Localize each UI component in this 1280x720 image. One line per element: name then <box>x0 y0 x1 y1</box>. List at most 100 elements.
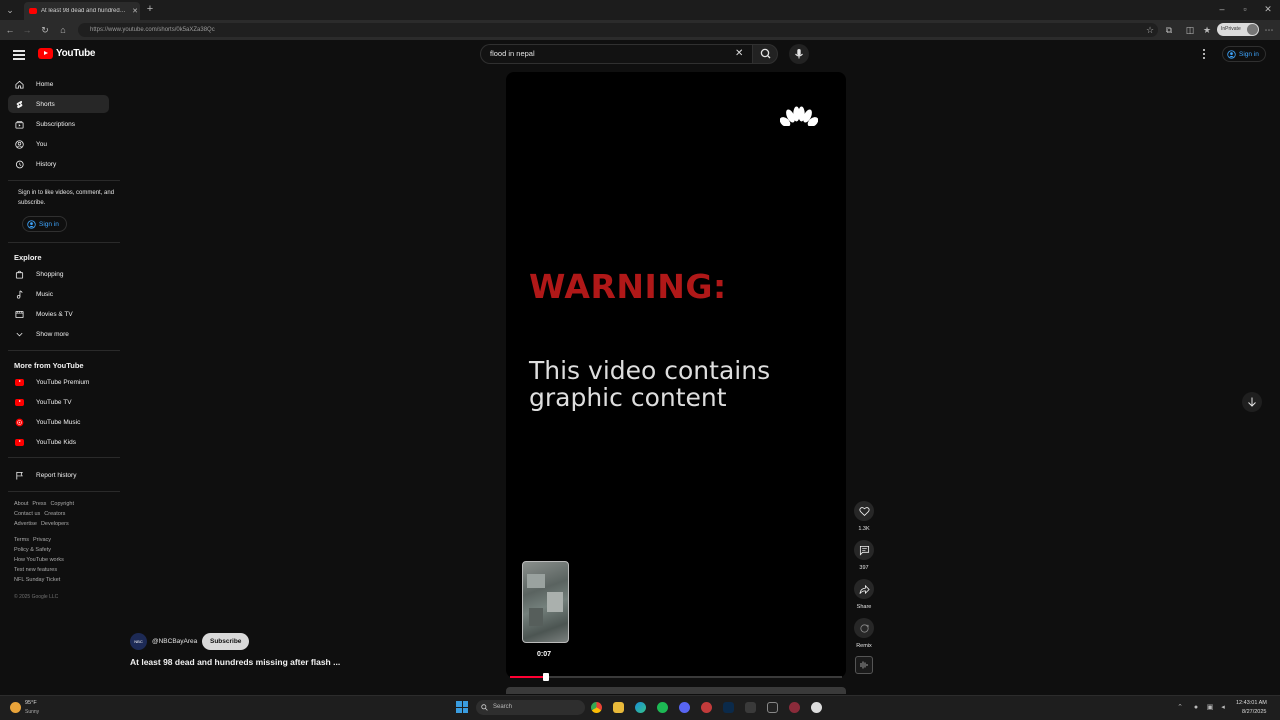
edge-app-icon[interactable] <box>635 702 646 713</box>
close-tab-icon[interactable]: ✕ <box>130 7 140 15</box>
discord-app-icon[interactable] <box>679 702 690 713</box>
address-bar[interactable]: https://www.youtube.com/shorts/0k5aXZa38… <box>78 23 1158 37</box>
short-title[interactable]: At least 98 dead and hundreds missing af… <box>130 657 340 667</box>
channel-handle[interactable]: @NBCBayArea <box>152 638 197 645</box>
remix-button[interactable]: Remix <box>854 618 874 649</box>
footer-link-about[interactable]: About <box>14 501 28 507</box>
tab-actions-chevron-icon[interactable]: ⌄ <box>5 5 15 15</box>
sidebar-item-shopping[interactable]: Shopping <box>8 265 109 283</box>
browser-menu-icon[interactable]: ⋯ <box>1264 25 1274 35</box>
sidebar-item-music[interactable]: Music <box>8 285 109 303</box>
sidebar-divider <box>8 491 120 492</box>
subscribe-button[interactable]: Subscribe <box>202 633 250 650</box>
tray-chevron-icon[interactable]: ⌃ <box>1176 703 1184 713</box>
refresh-icon[interactable]: ↻ <box>40 25 50 35</box>
taskbar-search[interactable]: Search <box>476 700 585 715</box>
sidebar-divider <box>8 350 120 351</box>
footer-link-nfl-sunday-ticket[interactable]: NFL Sunday Ticket <box>14 575 60 585</box>
app-icon-circle[interactable] <box>789 702 800 713</box>
footer-link-privacy[interactable]: Privacy <box>33 537 51 543</box>
inprivate-badge[interactable]: InPrivate <box>1217 23 1259 36</box>
windows-start-icon[interactable] <box>456 701 468 713</box>
search-input[interactable]: flood in nepal <box>480 44 752 64</box>
subscriptions-icon <box>15 120 24 129</box>
sidebar-sign-in-button[interactable]: Sign in <box>22 216 67 232</box>
sidebar-item-youtube-premium[interactable]: YouTube Premium <box>8 373 109 391</box>
app-icon-white[interactable] <box>811 702 822 713</box>
hamburger-menu-icon[interactable] <box>13 50 25 60</box>
footer-links-row: Contact us Creators <box>14 509 69 519</box>
sun-weather-icon[interactable] <box>10 702 21 713</box>
footer-links-row: Terms Privacy <box>14 535 55 545</box>
sidebar-item-movies[interactable]: Movies & TV <box>8 305 109 323</box>
sidebar-item-subscriptions[interactable]: Subscriptions <box>8 115 109 133</box>
extensions-icon[interactable]: ⧉ <box>1164 25 1174 35</box>
clear-search-icon[interactable]: ✕ <box>735 48 743 60</box>
back-icon[interactable]: ← <box>5 25 15 35</box>
microphone-tray-icon[interactable]: ● <box>1192 703 1200 713</box>
channel-avatar[interactable]: NBC <box>130 633 147 650</box>
sidebar-item-youtube-tv[interactable]: YouTube TV <box>8 393 109 411</box>
footer-link-press[interactable]: Press <box>32 501 46 507</box>
file-explorer-icon[interactable] <box>613 702 624 713</box>
home-browser-icon[interactable]: ⌂ <box>58 25 68 35</box>
next-short-button[interactable] <box>1242 392 1262 412</box>
new-tab-icon[interactable]: + <box>145 4 155 15</box>
sound-button[interactable] <box>855 656 873 674</box>
game-app-icon[interactable] <box>745 702 756 713</box>
footer-link-creators[interactable]: Creators <box>44 511 65 517</box>
video-progress-bar[interactable] <box>510 676 842 678</box>
sidebar-item-home[interactable]: Home <box>8 75 109 93</box>
sidebar-item-shorts[interactable]: Shorts <box>8 95 109 113</box>
history-icon <box>15 160 24 169</box>
sidebar-item-label: Home <box>36 80 54 88</box>
maximize-icon[interactable]: ▫ <box>1240 4 1250 14</box>
close-window-icon[interactable]: ✕ <box>1263 4 1273 14</box>
terminal-app-icon[interactable] <box>767 702 778 713</box>
search-button[interactable] <box>752 44 778 64</box>
minimize-icon[interactable]: – <box>1217 4 1227 14</box>
sidebar-item-youtube-music[interactable]: YouTube Music <box>8 413 109 431</box>
app-icon-red[interactable] <box>701 702 712 713</box>
more-options-icon[interactable] <box>1201 48 1207 60</box>
chrome-app-icon[interactable] <box>591 702 602 713</box>
footer-link-developers[interactable]: Developers <box>41 521 69 527</box>
sidebar-item-report-history[interactable]: Report history <box>8 466 109 484</box>
sidebar-item-youtube-kids[interactable]: YouTube Kids <box>8 433 109 451</box>
taskbar-clock-time[interactable]: 12:43:01 AM <box>1236 700 1267 706</box>
photoshop-app-icon[interactable] <box>723 702 734 713</box>
favorites-icon[interactable]: ★ <box>1202 25 1212 35</box>
sidebar-item-you[interactable]: You <box>8 135 109 153</box>
footer-link-how-youtube-works[interactable]: How YouTube works <box>14 555 64 565</box>
network-tray-icon[interactable]: ▣ <box>1206 703 1214 713</box>
chevron-down-icon <box>15 330 24 339</box>
voice-search-button[interactable] <box>789 44 809 64</box>
shopping-icon <box>15 270 24 279</box>
favorite-star-icon[interactable]: ☆ <box>1145 25 1155 35</box>
taskbar-clock-date[interactable]: 8/27/2025 <box>1242 709 1266 715</box>
sign-in-button[interactable]: Sign in <box>1222 46 1266 62</box>
youtube-logo[interactable]: YouTube <box>38 48 96 59</box>
like-button[interactable]: 1.3K <box>854 501 874 532</box>
comments-button[interactable]: 397 <box>854 540 874 571</box>
sidebar-item-show-more[interactable]: Show more <box>8 325 109 343</box>
footer-link-contact[interactable]: Contact us <box>14 511 40 517</box>
spotify-app-icon[interactable] <box>657 702 668 713</box>
footer-link-terms[interactable]: Terms <box>14 537 29 543</box>
footer-link-test-features[interactable]: Test new features <box>14 565 57 575</box>
weather-condition[interactable]: Sunny <box>25 709 39 715</box>
browser-tab[interactable]: At least 98 dead and hundreds m... ✕ <box>24 2 140 20</box>
footer-link-copyright[interactable]: Copyright <box>50 501 74 507</box>
warning-message: This video contains graphic content <box>529 356 771 412</box>
footer-link-advertise[interactable]: Advertise <box>14 521 37 527</box>
volume-tray-icon[interactable]: ◂ <box>1219 703 1227 713</box>
weather-temperature[interactable]: 95°F <box>25 700 37 706</box>
warning-title: WARNING: <box>529 267 727 306</box>
account-icon <box>1227 49 1236 59</box>
share-button[interactable]: Share <box>854 579 874 610</box>
next-short-preview-edge[interactable] <box>506 687 846 694</box>
forward-icon[interactable]: → <box>22 25 32 35</box>
split-screen-icon[interactable]: ◫ <box>1185 25 1195 35</box>
footer-link-policy[interactable]: Policy & Safety <box>14 545 51 555</box>
sidebar-item-history[interactable]: History <box>8 155 109 173</box>
